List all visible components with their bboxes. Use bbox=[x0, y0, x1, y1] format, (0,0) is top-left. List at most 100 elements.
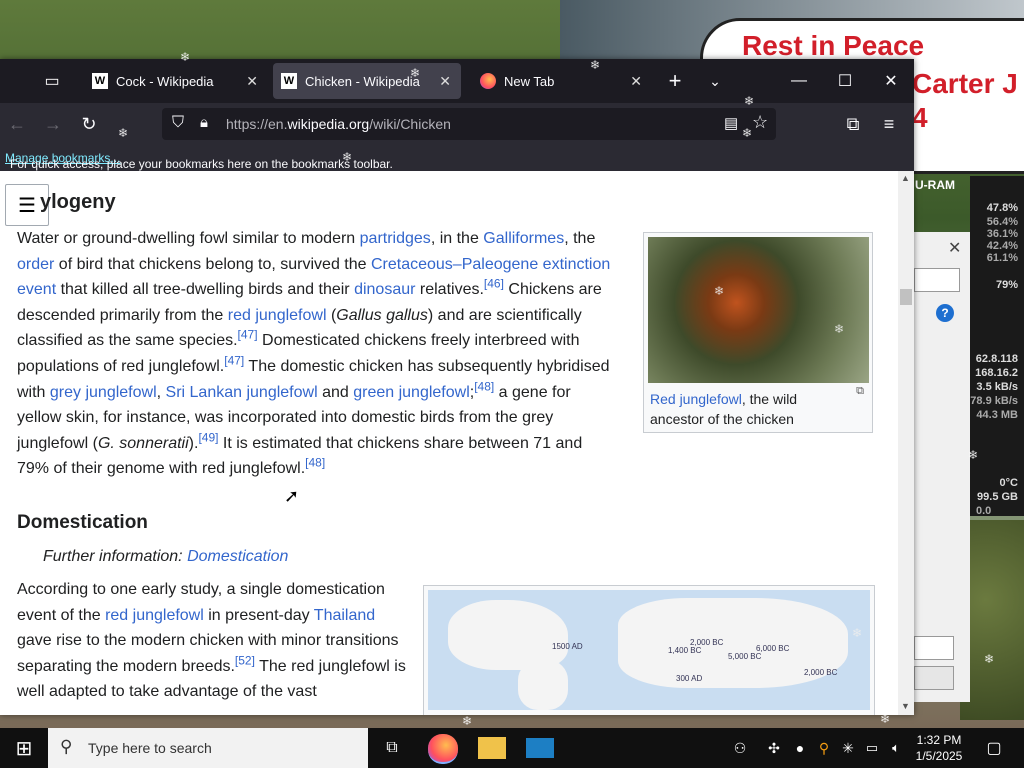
tab-bar: ▭ W Cock - Wikipedia ✕ W Chicken - Wikip… bbox=[0, 59, 914, 103]
scroll-up-icon[interactable]: ▲ bbox=[901, 173, 910, 183]
tab-overview-icon[interactable]: ▭ bbox=[38, 67, 66, 95]
lock-icon[interactable]: 🔒︎ bbox=[200, 114, 208, 131]
link-red-junglefowl[interactable]: red junglefowl bbox=[228, 307, 327, 324]
link-domestication[interactable]: Domestication bbox=[187, 548, 288, 565]
link-red-junglefowl-2[interactable]: red junglefowl bbox=[105, 607, 204, 624]
toc-list-icon: ☰ bbox=[18, 194, 36, 217]
notifications-icon[interactable]: ▢ bbox=[980, 734, 1008, 762]
mouse-cursor-icon: ➚ bbox=[284, 486, 300, 506]
junglefowl-photo[interactable] bbox=[648, 237, 869, 383]
snowflake-icon: ❄ bbox=[462, 714, 473, 728]
ref-46[interactable]: [46] bbox=[484, 277, 504, 291]
close-tab-icon[interactable]: ✕ bbox=[630, 73, 642, 90]
maximize-icon[interactable]: ☐ bbox=[822, 59, 868, 103]
banner-line-1: Rest in Peace bbox=[742, 30, 925, 61]
tab-chicken[interactable]: W Chicken - Wikipedia ✕ bbox=[273, 63, 461, 99]
close-window-icon[interactable]: ✕ bbox=[868, 59, 914, 103]
link-red-junglefowl-caption[interactable]: Red junglefowl bbox=[650, 391, 742, 407]
firefox-taskbar-icon[interactable] bbox=[428, 734, 458, 764]
link-order[interactable]: order bbox=[17, 256, 54, 273]
clock-time: 1:32 PM bbox=[916, 733, 962, 747]
task-view-icon[interactable]: ⧉ bbox=[378, 734, 406, 762]
snowflake-icon: ❄ bbox=[834, 322, 845, 336]
section-heading-phylogeny: ylogeny bbox=[40, 191, 116, 213]
phylogeny-paragraph: Water or ground-dwelling fowl similar to… bbox=[17, 230, 611, 478]
ref-48[interactable]: [48] bbox=[474, 379, 494, 393]
snowflake-icon: ❄ bbox=[410, 66, 421, 80]
scrollbar-thumb[interactable] bbox=[900, 289, 912, 305]
enlarge-icon[interactable]: ⧉ bbox=[856, 385, 864, 398]
bookmark-star-icon[interactable]: ☆ bbox=[752, 112, 768, 133]
gadget-value: 56.4% bbox=[986, 216, 1018, 228]
gadget-value: 42.4% bbox=[986, 240, 1018, 252]
section-heading-domestication: Domestication bbox=[17, 512, 148, 533]
snowflake-icon: ❄ bbox=[852, 626, 863, 640]
snowflake-icon: ❄ bbox=[968, 448, 979, 462]
figure-domestication-map: 1500 AD 2,000 BC 1,400 BC 5,000 BC 6,000… bbox=[423, 585, 875, 715]
link-green-junglefowl[interactable]: green junglefowl bbox=[353, 384, 470, 401]
link-sri-lankan-junglefowl[interactable]: Sri Lankan junglefowl bbox=[166, 384, 318, 401]
search-placeholder: Type here to search bbox=[88, 740, 212, 756]
map-label: 300 AD bbox=[676, 674, 703, 683]
domestication-paragraph: According to one early study, a single d… bbox=[17, 581, 406, 701]
banner-line-2: Carter J bbox=[912, 68, 1018, 99]
extensions-icon[interactable]: ⧉ bbox=[838, 109, 868, 139]
app-taskbar-icon[interactable] bbox=[526, 738, 554, 758]
close-icon[interactable]: ✕ bbox=[948, 238, 961, 258]
tab-label: Chicken - Wikipedia bbox=[305, 73, 420, 89]
shield-icon[interactable]: ⛉ bbox=[172, 114, 184, 132]
search-field[interactable] bbox=[914, 268, 960, 292]
banner-line-3: 4 bbox=[912, 102, 928, 133]
volume-muted-icon[interactable]: 🔈︎ bbox=[882, 734, 910, 762]
wikipedia-icon: W bbox=[92, 73, 108, 89]
taskbar-search[interactable]: ⚲ Type here to search bbox=[48, 728, 368, 768]
link-grey-junglefowl[interactable]: grey junglefowl bbox=[50, 384, 157, 401]
link-partridges[interactable]: partridges bbox=[360, 230, 431, 247]
reload-icon[interactable]: ↻ bbox=[74, 109, 104, 139]
browser-window: ▭ W Cock - Wikipedia ✕ W Chicken - Wikip… bbox=[0, 59, 914, 715]
forward-icon[interactable]: → bbox=[38, 109, 68, 139]
people-icon[interactable]: ⚇ bbox=[726, 734, 754, 762]
nav-toolbar: ← → ↻ ⛉ 🔒︎ https://en.wikipedia.org/wiki… bbox=[0, 103, 914, 145]
url-domain: wikipedia.org bbox=[287, 116, 370, 132]
filetype-select[interactable] bbox=[914, 636, 954, 660]
gadget-value: 61.1% bbox=[986, 252, 1018, 264]
windows-start-icon[interactable]: ⊞ bbox=[10, 734, 38, 762]
tab-cock[interactable]: W Cock - Wikipedia ✕ bbox=[78, 63, 268, 99]
close-tab-icon[interactable]: ✕ bbox=[439, 73, 451, 90]
snowflake-icon: ❄ bbox=[742, 126, 753, 140]
link-thailand[interactable]: Thailand bbox=[314, 607, 375, 624]
world-map[interactable]: 1500 AD 2,000 BC 1,400 BC 5,000 BC 6,000… bbox=[428, 590, 870, 710]
further-info: Further information: Domestication bbox=[43, 548, 289, 565]
scroll-down-icon[interactable]: ▼ bbox=[901, 701, 910, 711]
gadget-value: 168.16.2 bbox=[975, 367, 1018, 379]
list-tabs-icon[interactable]: ⌄ bbox=[692, 59, 738, 103]
help-icon[interactable]: ? bbox=[936, 304, 954, 322]
ref-52[interactable]: [52] bbox=[235, 653, 255, 667]
file-explorer-icon[interactable] bbox=[478, 737, 506, 759]
ref-47[interactable]: [47] bbox=[238, 328, 258, 342]
link-galliformes[interactable]: Galliformes bbox=[483, 230, 564, 247]
gadget-value: 0°C bbox=[999, 477, 1018, 489]
gadget-value: 99.5 GB bbox=[977, 491, 1018, 503]
menu-icon[interactable]: ≡ bbox=[874, 109, 904, 139]
map-label: 1,400 BC bbox=[668, 646, 702, 655]
ref-48[interactable]: [48] bbox=[305, 456, 325, 470]
link-dinosaur[interactable]: dinosaur bbox=[354, 281, 415, 298]
cancel-button[interactable] bbox=[914, 666, 954, 690]
wikipedia-icon: W bbox=[281, 73, 297, 89]
back-icon[interactable]: ← bbox=[2, 109, 32, 139]
close-tab-icon[interactable]: ✕ bbox=[246, 73, 258, 90]
bookmarks-toolbar: For quick access, place your bookmarks h… bbox=[0, 145, 914, 171]
url-text[interactable]: https://en.wikipedia.org/wiki/Chicken bbox=[226, 116, 451, 132]
reader-view-icon[interactable]: ▤ bbox=[724, 114, 738, 132]
taskbar-clock[interactable]: 1:32 PM 1/5/2025 bbox=[908, 732, 970, 764]
tab-new[interactable]: New Tab ✕ bbox=[466, 63, 652, 99]
minimize-icon[interactable]: — bbox=[776, 59, 822, 103]
ref-47[interactable]: [47] bbox=[224, 354, 244, 368]
map-label: 6,000 BC bbox=[756, 644, 790, 653]
ref-49[interactable]: [49] bbox=[198, 430, 218, 444]
vertical-scrollbar[interactable]: ▲ ▼ bbox=[898, 171, 914, 715]
url-bar[interactable]: ⛉ 🔒︎ https://en.wikipedia.org/wiki/Chick… bbox=[162, 108, 776, 140]
tray-app-icon[interactable]: ✣ bbox=[760, 734, 788, 762]
